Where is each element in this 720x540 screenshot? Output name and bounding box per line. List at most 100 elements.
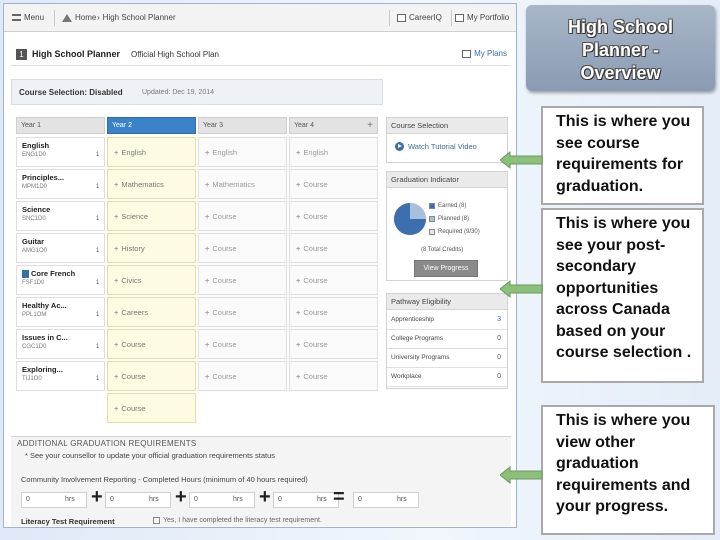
course-slot-label: Mathematics (121, 180, 164, 189)
arrow-shape (500, 279, 543, 299)
pathway-item[interactable]: College Programs 0 (387, 330, 507, 349)
course-slot-y2[interactable]: + English (107, 137, 196, 167)
menu-button[interactable]: Menu (12, 13, 44, 22)
course-slot-y3[interactable]: + Course (198, 265, 287, 295)
view-progress-button[interactable]: View Progress (414, 260, 478, 277)
course-name-text: Exploring... (22, 365, 63, 374)
watch-video-link[interactable]: Watch Tutorial Video (395, 142, 477, 151)
table-row: Exploring... TIJ1O0 1 + Course + Course + Course (16, 361, 378, 391)
course-slot-y2[interactable]: + Science (107, 201, 196, 231)
course-slot-y3[interactable]: + Course (198, 297, 287, 327)
callout-text: This is where you see your post-secondar… (556, 215, 692, 361)
plus-icon: + (205, 180, 210, 189)
course-code: SNC1D0 (22, 216, 46, 222)
home-icon (62, 13, 72, 22)
pathway-label: College Programs (391, 335, 444, 342)
total-credits: (8 Total Credits) (421, 247, 464, 253)
portfolio-link[interactable]: My Portfolio (455, 13, 509, 22)
course-name: Issues in C... (22, 333, 68, 342)
course-slot-y3[interactable]: + Course (198, 329, 287, 359)
course-slot-y2[interactable]: + History (107, 233, 196, 263)
year-1-course[interactable]: Principles... MPM1D0 1 (16, 169, 105, 199)
plus-icon: + (296, 372, 301, 381)
year-1-course[interactable]: Issues in C... CGC1D0 1 (16, 329, 105, 359)
course-slot-y4[interactable]: + Course (289, 201, 378, 231)
tab-year-1[interactable]: Year 1 (16, 117, 105, 134)
hours-field[interactable]: 0 hrs (273, 492, 339, 508)
course-slot-y2[interactable]: + Careers (107, 297, 196, 327)
add-year-button[interactable]: + (367, 120, 373, 131)
literacy-checkbox-label: Yes, I have completed the literacy test … (163, 517, 322, 524)
slide-title: High School Planner - Overview (568, 17, 673, 83)
literacy-checkbox[interactable]: Yes, I have completed the literacy test … (153, 517, 322, 524)
course-name-text: Science (22, 205, 51, 214)
plus-icon: + (205, 276, 210, 285)
course-slot-y4[interactable]: + Course (289, 265, 378, 295)
plus-icon: + (296, 148, 301, 157)
pathway-item[interactable]: Apprenticeship 3 (387, 311, 507, 330)
course-slot-y2[interactable]: + Course (107, 393, 196, 423)
course-name-text: Issues in C... (22, 333, 68, 342)
panel-title: Pathway Eligibility (387, 294, 507, 310)
tab-year-3[interactable]: Year 3 (198, 117, 287, 134)
course-name: Principles... (22, 173, 64, 182)
tab-year-4[interactable]: Year 4 + (289, 117, 378, 134)
course-code: PPL1OM (22, 312, 47, 318)
course-slot-y4[interactable]: + Course (289, 169, 378, 199)
pathway-item[interactable]: Workplace 0 (387, 368, 507, 387)
slide: Menu Home › High School Planner CareerIQ… (0, 0, 720, 540)
pathway-item[interactable]: University Programs 0 (387, 349, 507, 368)
tab-year-2[interactable]: Year 2 (107, 117, 196, 134)
course-slot-y2[interactable]: + Course (107, 329, 196, 359)
pathway-eligibility-panel: Pathway Eligibility Apprenticeship 3 Colle… (386, 293, 508, 389)
course-credit: 1 (96, 184, 100, 190)
breadcrumb-label: High School Planner (102, 13, 176, 22)
section-title: ADDITIONAL GRADUATION REQUIREMENTS (17, 439, 197, 448)
year-1-course[interactable]: English ENG1D0 1 (16, 137, 105, 167)
top-nav-bar: Menu Home › High School Planner CareerIQ… (4, 4, 516, 32)
status-label: Course Selection: Disabled (19, 88, 123, 97)
menu-icon (12, 14, 21, 21)
course-slot-y4[interactable]: + Course (289, 233, 378, 263)
course-slot-y4[interactable]: + Course (289, 329, 378, 359)
year-1-course[interactable]: Healthy Ac... PPL1OM 1 (16, 297, 105, 327)
year-1-course[interactable]: Guitar AMG1O0 1 (16, 233, 105, 263)
hours-value: 0 (358, 496, 362, 503)
course-slot-y4[interactable]: + English (289, 137, 378, 167)
nav-divider (389, 10, 390, 26)
hours-field[interactable]: 0 hrs (189, 492, 255, 508)
course-slot-y4[interactable]: + Course (289, 297, 378, 327)
my-plans-link[interactable]: My Plans (462, 49, 507, 58)
course-slot-y4[interactable]: + Course (289, 361, 378, 391)
course-slot-y3[interactable]: + English (198, 137, 287, 167)
year-1-course[interactable]: Core French FSF1D0 1 (16, 265, 105, 295)
course-code: TIJ1O0 (22, 376, 42, 382)
course-slot-y3[interactable]: + Course (198, 361, 287, 391)
course-slot-y2[interactable]: + Mathematics (107, 169, 196, 199)
portfolio-icon (455, 13, 464, 22)
portfolio-label: My Portfolio (467, 13, 510, 22)
careeriq-icon (397, 13, 406, 22)
year-1-course[interactable]: Science SNC1D0 1 (16, 201, 105, 231)
year-1-course[interactable]: Exploring... TIJ1O0 1 (16, 361, 105, 391)
legend-label: Earned (8) (438, 203, 467, 209)
careeriq-link[interactable]: CareerIQ (397, 13, 442, 22)
hours-field[interactable]: 0 hrs (105, 492, 171, 508)
course-slot-y3[interactable]: + Course (198, 201, 287, 231)
course-slot-y3[interactable]: + Course (198, 233, 287, 263)
course-slot-y2[interactable]: + Course (107, 361, 196, 391)
planner-screenshot: Menu Home › High School Planner CareerIQ… (3, 3, 517, 528)
home-link[interactable]: Home (62, 13, 96, 22)
course-slot-y2[interactable]: + Civics (107, 265, 196, 295)
nav-divider (451, 10, 452, 26)
course-name: Science (22, 205, 50, 214)
course-name: English (22, 141, 49, 150)
plus-icon: + (114, 372, 119, 381)
arrow-shape (500, 150, 543, 170)
pathway-count: 0 (497, 354, 501, 361)
plus-icon: + (205, 372, 210, 381)
right-sidebar: Course Selection Watch Tutorial Video Gr… (386, 117, 508, 389)
hours-field[interactable]: 0 hrs (21, 492, 87, 508)
left-arrow-icon (500, 465, 543, 485)
course-slot-y3[interactable]: + Mathematics (198, 169, 287, 199)
